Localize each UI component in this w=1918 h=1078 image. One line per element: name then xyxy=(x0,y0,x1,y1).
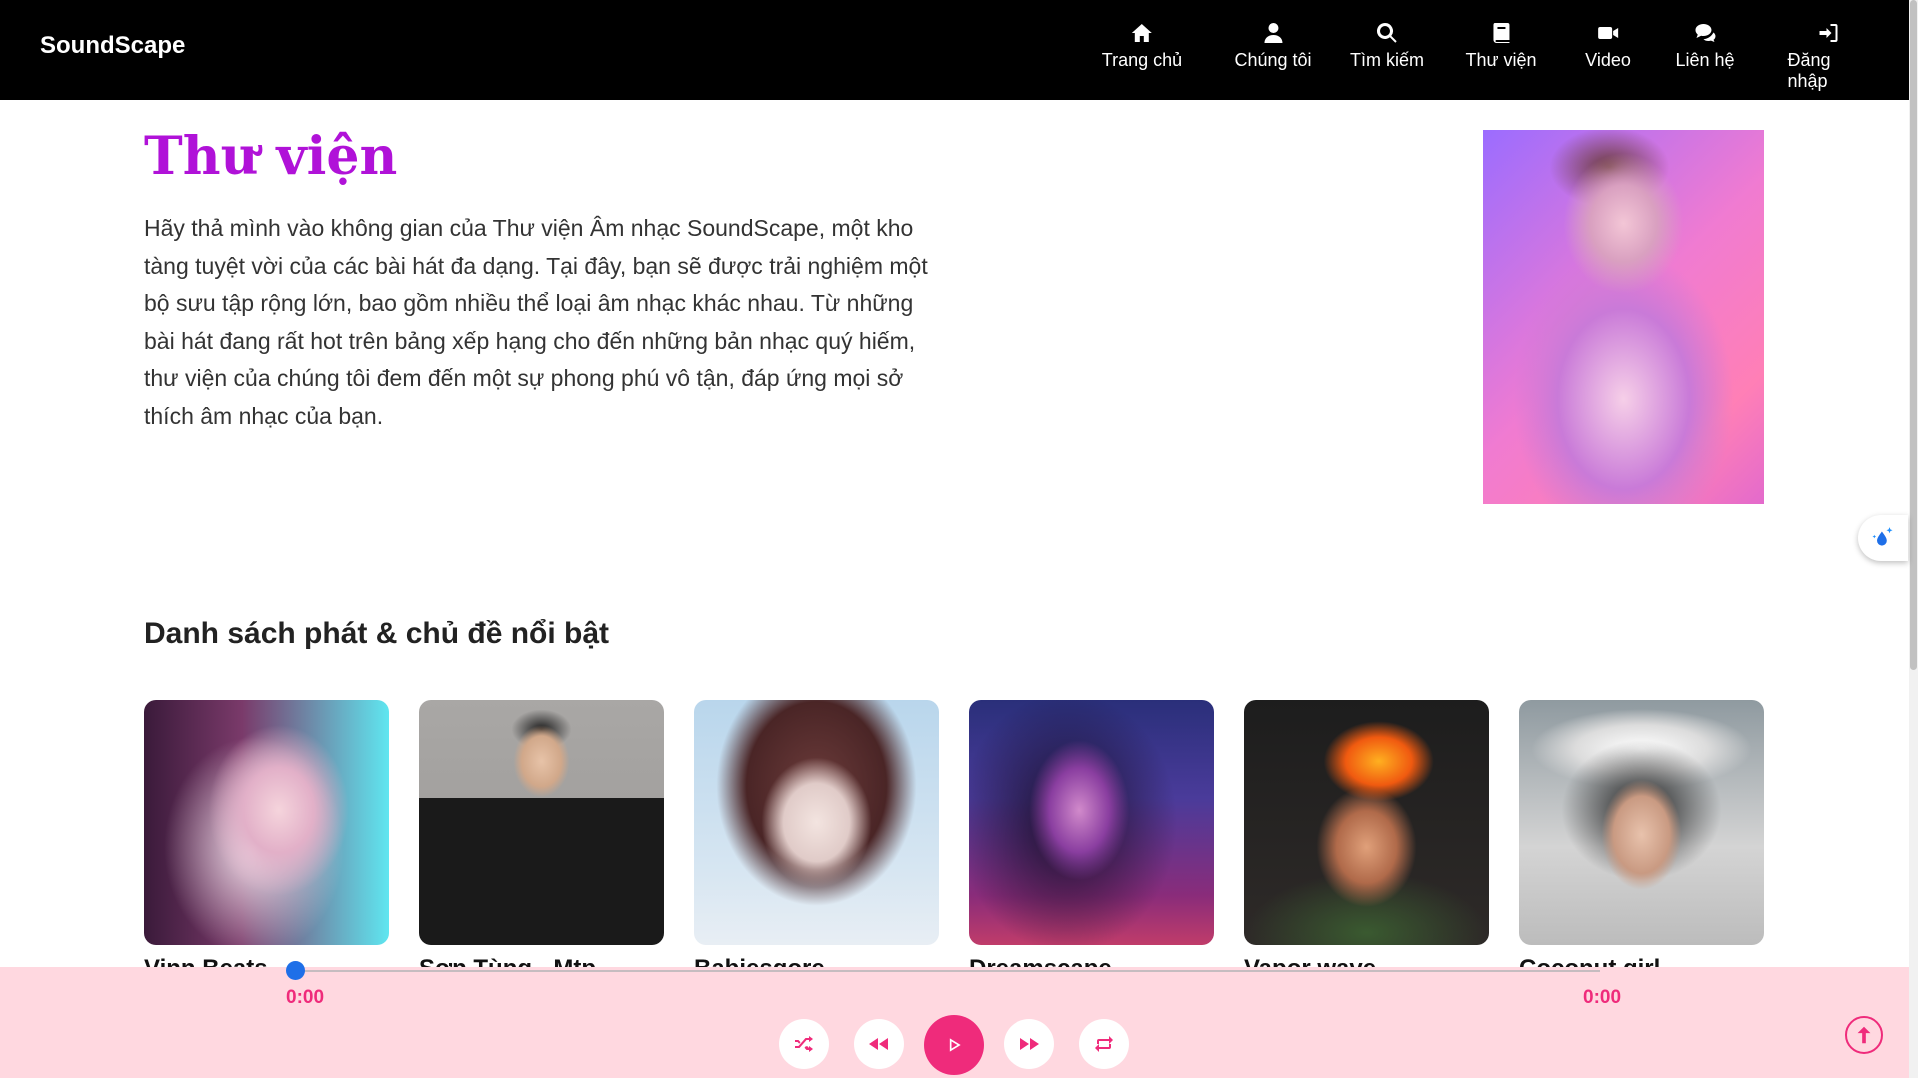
hero-description: Hãy thả mình vào không gian của Thư viện… xyxy=(144,215,928,429)
repeat-icon xyxy=(1095,1036,1113,1052)
book-icon xyxy=(1488,20,1514,46)
previous-button[interactable] xyxy=(854,1019,904,1069)
login-icon xyxy=(1815,20,1841,46)
playlist-cover xyxy=(1519,700,1764,945)
user-icon xyxy=(1260,20,1286,46)
nav-contact-label: Liên hệ xyxy=(1675,50,1735,70)
nav-contact[interactable]: Liên hệ xyxy=(1675,20,1735,71)
playlist-cover xyxy=(419,700,664,945)
page-scrollbar[interactable] xyxy=(1909,0,1918,1078)
current-time: 0:00 xyxy=(286,987,325,1008)
progress-handle[interactable] xyxy=(286,961,305,980)
nav-video-label: Video xyxy=(1585,50,1631,70)
playlist-card[interactable]: Coconut girl xyxy=(1519,700,1764,983)
arrow-up-icon xyxy=(1857,1026,1871,1044)
next-button[interactable] xyxy=(1004,1019,1054,1069)
playlist-card[interactable]: Sơn Tùng - Mtp xyxy=(419,700,664,983)
brand-logo[interactable]: SoundScape xyxy=(40,32,185,60)
video-icon xyxy=(1595,20,1621,46)
nav-login[interactable]: Đăng nhập xyxy=(1788,20,1869,92)
playlist-cover xyxy=(694,700,939,945)
theme-toggle-button[interactable] xyxy=(1858,515,1908,561)
playlist-card[interactable]: Vapor wave xyxy=(1244,700,1489,983)
nav-video[interactable]: Video xyxy=(1585,20,1631,71)
playlist-cover xyxy=(144,700,389,945)
playlist-cover xyxy=(1244,700,1489,945)
nav-library[interactable]: Thư viện xyxy=(1465,20,1537,71)
repeat-button[interactable] xyxy=(1079,1019,1129,1069)
playlist-card[interactable]: Babiesgore xyxy=(694,700,939,983)
top-navbar: SoundScape Trang chủ Chúng tôi Tìm kiếm … xyxy=(0,0,1909,100)
rewind-icon xyxy=(869,1038,888,1050)
page-title: Thư viện xyxy=(144,126,398,187)
nav-home[interactable]: Trang chủ xyxy=(1102,20,1182,71)
progress-track[interactable] xyxy=(295,970,1600,972)
nav-search[interactable]: Tìm kiếm xyxy=(1350,20,1424,71)
hero-image xyxy=(1483,130,1764,504)
nav-login-label: Đăng nhập xyxy=(1787,50,1831,91)
home-icon xyxy=(1129,20,1155,46)
play-icon xyxy=(949,1038,961,1052)
water-drop-icon xyxy=(1872,527,1893,546)
scrollbar-thumb[interactable] xyxy=(1910,0,1917,670)
duration: 0:00 xyxy=(1583,987,1622,1008)
nav-search-label: Tìm kiếm xyxy=(1350,50,1424,70)
nav-home-label: Trang chủ xyxy=(1101,50,1183,70)
nav-about-label: Chúng tôi xyxy=(1234,50,1312,70)
scroll-to-top-button[interactable] xyxy=(1845,1016,1883,1054)
fast-forward-icon xyxy=(1020,1038,1039,1050)
shuffle-button[interactable] xyxy=(779,1019,829,1069)
chat-icon xyxy=(1692,20,1718,46)
shuffle-icon xyxy=(795,1036,813,1052)
nav-library-label: Thư viện xyxy=(1465,50,1537,70)
playlists-section-title: Danh sách phát & chủ đề nổi bật xyxy=(144,617,610,650)
playlist-cover xyxy=(969,700,1214,945)
search-icon xyxy=(1374,20,1400,46)
playlist-card[interactable]: Dreamscape xyxy=(969,700,1214,983)
playlist-card[interactable]: Vinn Beats xyxy=(144,700,389,983)
play-button[interactable] xyxy=(924,1015,984,1075)
nav-about[interactable]: Chúng tôi xyxy=(1234,20,1312,71)
